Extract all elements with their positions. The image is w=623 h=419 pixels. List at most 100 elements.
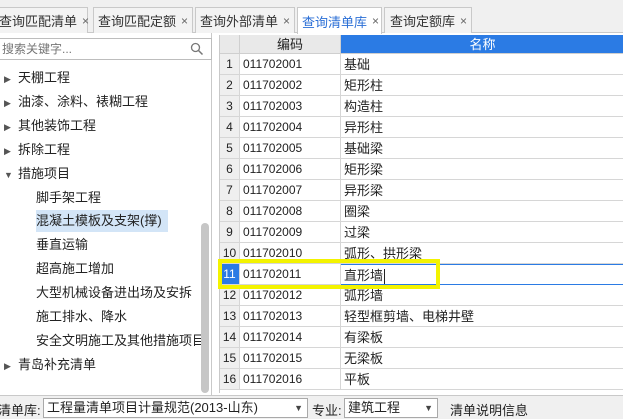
- cell-name[interactable]: 构造柱: [341, 96, 623, 117]
- chevron-down-icon[interactable]: ▼: [4, 164, 14, 186]
- tab-query-list-library[interactable]: 查询清单库 ×: [297, 7, 382, 34]
- tree-item-label: 油漆、涂料、裱糊工程: [18, 94, 149, 109]
- table-row[interactable]: 15 011702015 无梁板: [220, 348, 623, 369]
- cell-code[interactable]: 011702015: [240, 348, 341, 369]
- tree-item-vertical-transport[interactable]: 垂直运输: [36, 234, 88, 256]
- tree-item-label: 拆除工程: [18, 142, 71, 157]
- row-number: 14: [220, 327, 240, 348]
- chevron-down-icon[interactable]: ▼: [294, 399, 303, 417]
- close-icon[interactable]: ×: [460, 14, 467, 28]
- row-number: 4: [220, 117, 240, 138]
- search-input[interactable]: [0, 39, 180, 59]
- chevron-right-icon[interactable]: ▶: [4, 116, 14, 138]
- cell-code[interactable]: 011702008: [240, 201, 341, 222]
- table-row[interactable]: 3 011702003 构造柱: [220, 96, 623, 117]
- cell-code[interactable]: 011702001: [240, 54, 341, 75]
- tree-item-other-decoration[interactable]: ▶ 其他装饰工程: [0, 115, 96, 137]
- tab-query-external-list[interactable]: 查询外部清单 ×: [195, 7, 295, 33]
- tree-item-label: 超高施工增加: [36, 261, 115, 276]
- tree-item-label: 混凝土模板及支架(撑): [36, 213, 162, 228]
- close-icon[interactable]: ×: [372, 14, 379, 28]
- tree-item-label: 天棚工程: [18, 70, 71, 85]
- search-icon[interactable]: [190, 42, 204, 56]
- library-select-value: 工程量清单项目计量规范(2013-山东): [47, 400, 258, 415]
- tab-query-match-quota[interactable]: 查询匹配定额 ×: [93, 7, 193, 33]
- tab-label: 查询清单库: [302, 14, 368, 30]
- cell-name[interactable]: 圈梁: [341, 201, 623, 222]
- chevron-right-icon[interactable]: ▶: [4, 140, 14, 162]
- cell-name[interactable]: 矩形柱: [341, 75, 623, 96]
- tab-query-match-list[interactable]: 查询匹配清单 ×: [0, 7, 89, 33]
- table-row[interactable]: 4 011702004 异形柱: [220, 117, 623, 138]
- tree-item-measures[interactable]: ▼ 措施项目: [0, 163, 70, 185]
- tab-query-quota-library[interactable]: 查询定额库 ×: [384, 7, 472, 33]
- cell-code[interactable]: 011702013: [240, 306, 341, 327]
- tree-item-drainage[interactable]: 施工排水、降水: [36, 306, 127, 328]
- grid-header: 编码 名称: [220, 35, 623, 54]
- table-row[interactable]: 14 011702014 有梁板: [220, 327, 623, 348]
- tree-item-machinery[interactable]: 大型机械设备进出场及安拆: [36, 282, 192, 304]
- cell-name[interactable]: 异形梁: [341, 180, 623, 201]
- column-header-name[interactable]: 名称: [341, 35, 623, 54]
- table-row[interactable]: 8 011702008 圈梁: [220, 201, 623, 222]
- table-row[interactable]: 13 011702013 轻型框剪墙、电梯井壁: [220, 306, 623, 327]
- search-box: [0, 38, 212, 60]
- cell-code[interactable]: 011702009: [240, 222, 341, 243]
- library-select[interactable]: 工程量清单项目计量规范(2013-山东) ▼: [43, 398, 308, 418]
- list-info-button[interactable]: 清单说明信息: [450, 400, 528, 419]
- table-row[interactable]: 7 011702007 异形梁: [220, 180, 623, 201]
- tab-label: 查询匹配定额: [98, 14, 177, 29]
- cell-name[interactable]: 平板: [341, 369, 623, 390]
- row-number: 16: [220, 369, 240, 390]
- cell-name[interactable]: 基础: [341, 54, 623, 75]
- cell-code[interactable]: 011702005: [240, 138, 341, 159]
- tree-item-scaffolding[interactable]: 脚手架工程: [36, 187, 101, 209]
- chevron-right-icon[interactable]: ▶: [4, 355, 14, 377]
- cell-code[interactable]: 011702007: [240, 180, 341, 201]
- close-icon[interactable]: ×: [283, 14, 290, 28]
- row-number-header: [220, 35, 240, 54]
- cell-name[interactable]: 过梁: [341, 222, 623, 243]
- tree-scrollbar[interactable]: [201, 223, 209, 393]
- tree-item-demolition[interactable]: ▶ 拆除工程: [0, 139, 70, 161]
- tree-item-safety[interactable]: 安全文明施工及其他措施项目: [36, 330, 205, 352]
- table-row[interactable]: 1 011702001 基础: [220, 54, 623, 75]
- table-row[interactable]: 16 011702016 平板: [220, 369, 623, 390]
- cell-name[interactable]: 轻型框剪墙、电梯井壁: [341, 306, 623, 327]
- table-row[interactable]: 6 011702006 矩形梁: [220, 159, 623, 180]
- table-row[interactable]: 2 011702002 矩形柱: [220, 75, 623, 96]
- cell-name[interactable]: 异形柱: [341, 117, 623, 138]
- highlight-box: [218, 259, 440, 289]
- tree-item-ceiling[interactable]: ▶ 天棚工程: [0, 67, 70, 89]
- cell-code[interactable]: 011702003: [240, 96, 341, 117]
- cell-code[interactable]: 011702014: [240, 327, 341, 348]
- major-select[interactable]: 建筑工程 ▼: [344, 398, 438, 418]
- tree-item-formwork[interactable]: 混凝土模板及支架(撑): [36, 210, 168, 232]
- cell-name[interactable]: 基础梁: [341, 138, 623, 159]
- chevron-right-icon[interactable]: ▶: [4, 68, 14, 90]
- chevron-down-icon[interactable]: ▼: [424, 399, 433, 417]
- cell-code[interactable]: 011702006: [240, 159, 341, 180]
- chevron-right-icon[interactable]: ▶: [4, 92, 14, 114]
- close-icon[interactable]: ×: [82, 14, 89, 28]
- cell-name[interactable]: 矩形梁: [341, 159, 623, 180]
- row-number: 15: [220, 348, 240, 369]
- cell-code[interactable]: 011702016: [240, 369, 341, 390]
- tab-label: 查询定额库: [390, 14, 456, 29]
- tree-item-paint[interactable]: ▶ 油漆、涂料、裱糊工程: [0, 91, 148, 113]
- row-number: 3: [220, 96, 240, 117]
- tree-item-qingdao[interactable]: ▶ 青岛补充清单: [0, 354, 96, 376]
- cell-name[interactable]: 无梁板: [341, 348, 623, 369]
- tree-item-high-rise[interactable]: 超高施工增加: [36, 258, 114, 280]
- row-number: 2: [220, 75, 240, 96]
- table-row[interactable]: 9 011702009 过梁: [220, 222, 623, 243]
- close-icon[interactable]: ×: [181, 14, 188, 28]
- cell-code[interactable]: 011702002: [240, 75, 341, 96]
- cell-code[interactable]: 011702004: [240, 117, 341, 138]
- row-number: 6: [220, 159, 240, 180]
- library-label: 清单库:: [0, 403, 41, 418]
- column-header-code[interactable]: 编码: [240, 35, 341, 54]
- major-label: 专业:: [312, 403, 342, 418]
- table-row[interactable]: 5 011702005 基础梁: [220, 138, 623, 159]
- cell-name[interactable]: 有梁板: [341, 327, 623, 348]
